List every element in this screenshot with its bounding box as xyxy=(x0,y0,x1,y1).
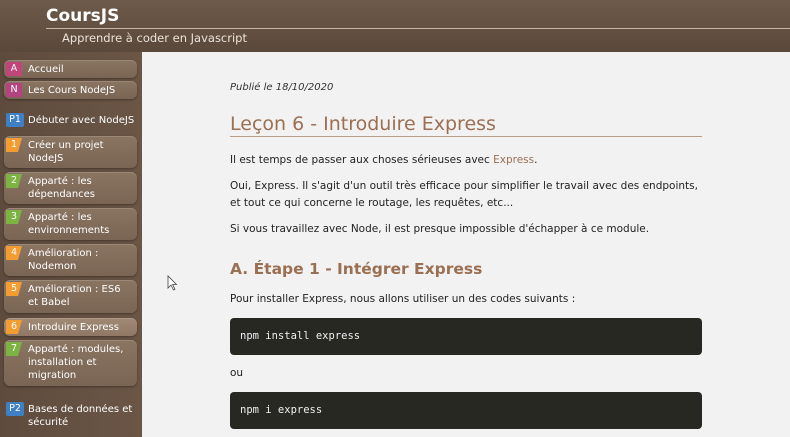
badge-6: 6 xyxy=(6,320,22,334)
intro-paragraph: Il est temps de passer aux choses sérieu… xyxy=(230,152,700,169)
intro-text: Il est temps de passer aux choses sérieu… xyxy=(230,154,494,166)
site-header: CoursJS Apprendre à coder en Javascript xyxy=(0,0,790,52)
header-divider xyxy=(46,28,790,29)
sidebar-item-label: Créer un projet NodeJS xyxy=(28,140,104,164)
sidebar-item-cours-nodejs[interactable]: N Les Cours NodeJS xyxy=(4,81,137,99)
sidebar-item-label: Accueil xyxy=(28,64,64,75)
intro-punct: . xyxy=(534,154,538,166)
section-p2[interactable]: P2 Bases de données et sécurité xyxy=(4,402,140,432)
express-description: Oui, Express. Il s'agit d'un outil très … xyxy=(230,180,698,209)
badge-7: 7 xyxy=(6,342,22,356)
badge-4: 4 xyxy=(6,246,22,260)
sidebar-item-lesson-5[interactable]: 5 Amélioration : ES6 et Babel xyxy=(4,280,137,313)
sidebar-item-label: Amélioration : ES6 et Babel xyxy=(28,284,121,308)
site-subtitle: Apprendre à coder en Javascript xyxy=(62,31,247,45)
sidebar-item-lesson-1[interactable]: 1 Créer un projet NodeJS xyxy=(4,136,137,168)
badge-p1: P1 xyxy=(6,113,24,127)
section-a-title: A. Étape 1 - Intégrer Express xyxy=(230,260,483,278)
install-paragraph: Pour installer Express, nous allons util… xyxy=(230,293,576,305)
badge-1: 1 xyxy=(6,138,22,152)
article-content: Publié le 18/10/2020 Leçon 6 - Introduir… xyxy=(142,52,790,437)
section-label: Bases de données et sécurité xyxy=(28,404,133,428)
sidebar-item-lesson-4[interactable]: 4 Amélioration : Nodemon xyxy=(4,244,137,276)
badge-n: N xyxy=(6,83,22,97)
badge-p2: P2 xyxy=(6,402,24,416)
sidebar-item-lesson-7[interactable]: 7 Apparté : modules, installation et mig… xyxy=(4,340,137,386)
sidebar-nav: A Accueil N Les Cours NodeJS P1 Débuter … xyxy=(0,52,142,437)
section-p1[interactable]: P1 Débuter avec NodeJS xyxy=(4,113,140,129)
sidebar-item-accueil[interactable]: A Accueil xyxy=(4,60,137,78)
badge-a: A xyxy=(6,62,22,76)
mouse-cursor-icon xyxy=(167,275,178,291)
badge-3: 3 xyxy=(6,210,22,224)
site-title[interactable]: CoursJS xyxy=(46,6,119,26)
express-link[interactable]: Express xyxy=(493,154,534,166)
code-block-install[interactable]: npm install express xyxy=(230,318,702,355)
sidebar-item-lesson-6[interactable]: 6 Introduire Express xyxy=(4,318,137,336)
sidebar-item-label: Les Cours NodeJS xyxy=(28,85,116,96)
page-title: Leçon 6 - Introduire Express xyxy=(230,113,496,135)
badge-5: 5 xyxy=(6,282,22,296)
or-text: ou xyxy=(230,367,244,379)
badge-2: 2 xyxy=(6,174,22,188)
sidebar-item-lesson-2[interactable]: 2 Apparté : les dépendances xyxy=(4,172,137,204)
node-paragraph: Si vous travaillez avec Node, il est pre… xyxy=(230,223,650,235)
section-label: Débuter avec NodeJS xyxy=(28,115,135,126)
sidebar-item-label: Apparté : modules, installation et migra… xyxy=(28,344,124,381)
sidebar-item-label: Apparté : les environnements xyxy=(28,212,110,236)
publish-date: Publié le 18/10/2020 xyxy=(230,82,334,93)
code-block-install-short[interactable]: npm i express xyxy=(230,392,702,429)
sidebar-item-label: Amélioration : Nodemon xyxy=(28,248,99,272)
sidebar-item-label: Introduire Express xyxy=(28,322,119,333)
sidebar-item-label: Apparté : les dépendances xyxy=(28,176,96,200)
sidebar-item-lesson-3[interactable]: 3 Apparté : les environnements xyxy=(4,208,137,240)
title-divider xyxy=(230,136,702,137)
